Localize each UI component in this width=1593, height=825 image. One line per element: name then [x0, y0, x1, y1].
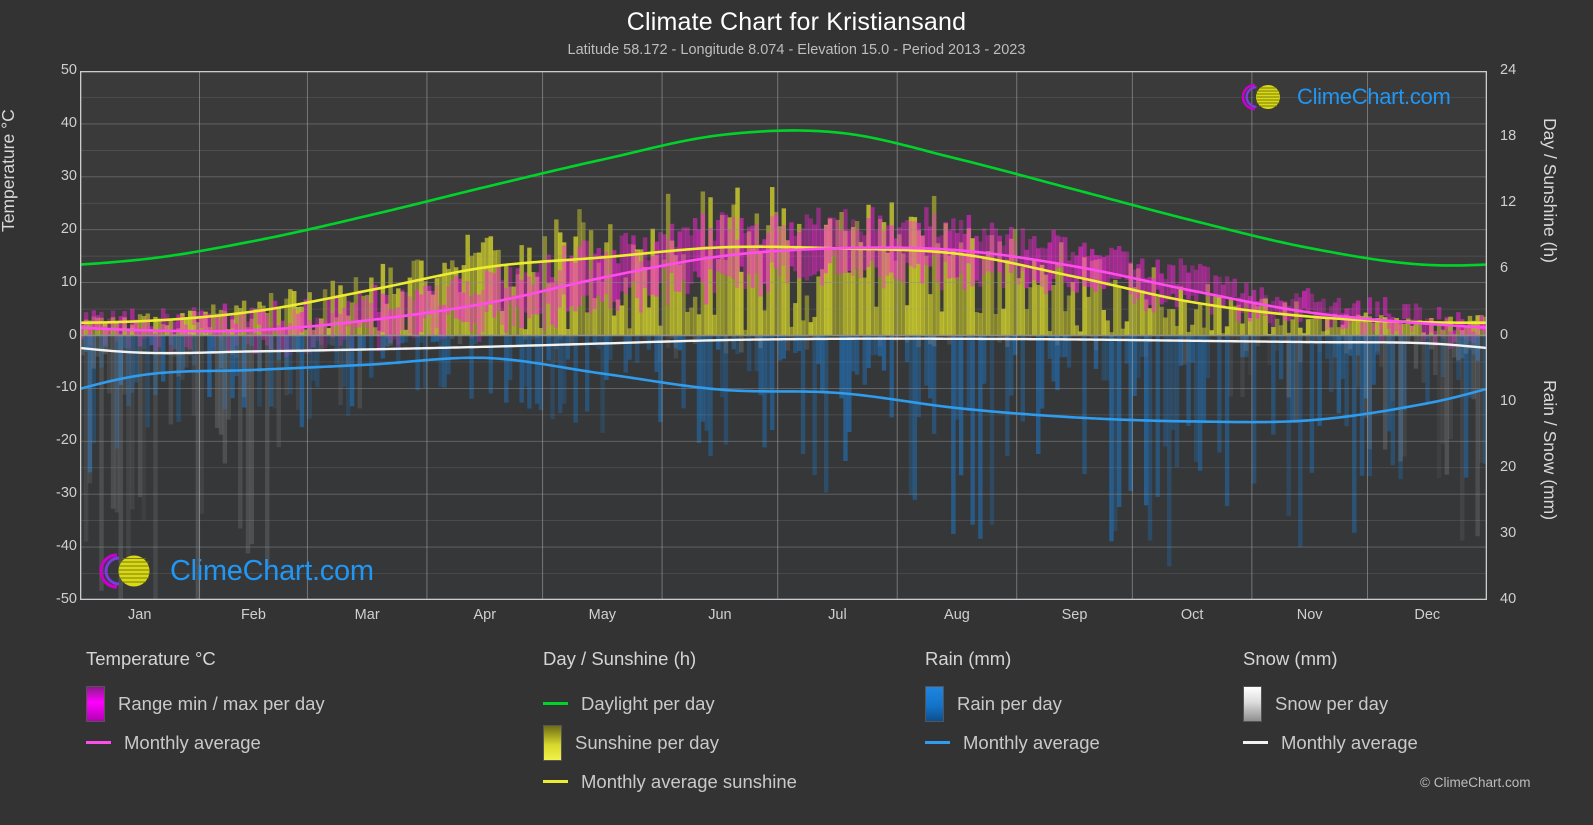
y-tick-right-top: 24	[1500, 62, 1517, 78]
legend-item[interactable]: Monthly average	[1243, 723, 1418, 762]
legend-swatch-line	[543, 780, 568, 783]
daily-bars-top	[80, 187, 1487, 358]
y-tick-right-bottom: 10	[1500, 392, 1517, 409]
chart-legend: Temperature °C Range min / max per day Mon…	[0, 648, 1593, 825]
y-tick-left: -40	[56, 538, 77, 555]
x-tick-nov: Nov	[1296, 607, 1323, 623]
legend-swatch-line-slot	[86, 741, 111, 744]
legend-item[interactable]: Daylight per day	[543, 684, 797, 723]
legend-title-sunshine: Day / Sunshine (h)	[543, 648, 697, 669]
legend-item[interactable]: Rain per day	[925, 684, 1100, 723]
y-tick-left: 40	[60, 114, 77, 131]
legend-swatch-box	[86, 685, 105, 722]
legend-item-label: Monthly average sunshine	[581, 770, 797, 792]
copyright-notice: © ClimeChart.com	[1420, 775, 1531, 790]
y-tick-left: 20	[60, 220, 77, 237]
legend-title-rain: Rain (mm)	[925, 648, 1012, 669]
x-tick-may: May	[588, 607, 617, 623]
legend-title-temperature: Temperature °C	[86, 648, 216, 669]
y-tick-right-top: 0	[1500, 326, 1509, 343]
chart-canvas	[80, 71, 1487, 600]
x-tick-jan: Jan	[128, 607, 152, 623]
legend-item-label: Range min / max per day	[118, 692, 325, 714]
y-tick-left: -30	[56, 485, 77, 502]
climate-chart-page: Climate Chart for Kristiansand Latitude …	[0, 0, 1593, 825]
legend-item-label: Sunshine per day	[575, 731, 719, 753]
legend-swatch-line-slot	[1243, 741, 1268, 744]
legend-item[interactable]: Monthly average	[86, 723, 325, 762]
legend-swatch-line	[543, 702, 568, 705]
legend-swatch-box	[1243, 685, 1262, 722]
legend-swatch-line-slot	[543, 702, 568, 705]
legend-swatch-line	[1243, 741, 1268, 744]
legend-swatch-box	[925, 685, 944, 722]
chart-plot-area	[80, 71, 1487, 600]
gridlines	[80, 71, 1487, 600]
x-tick-apr: Apr	[473, 607, 497, 623]
legend-item[interactable]: Monthly average	[925, 723, 1100, 762]
x-tick-sep: Sep	[1061, 607, 1088, 623]
legend-item-label: Monthly average	[124, 731, 261, 753]
x-tick-jul: Jul	[828, 607, 847, 623]
legend-title-snow: Snow (mm)	[1243, 648, 1338, 669]
y-tick-left: 0	[68, 326, 77, 343]
x-tick-jun: Jun	[708, 607, 732, 623]
x-tick-mar: Mar	[354, 607, 380, 623]
legend-item-label: Monthly average	[1281, 731, 1418, 753]
legend-swatch-line-slot	[543, 780, 568, 783]
x-tick-oct: Oct	[1180, 607, 1204, 623]
y-tick-left: 10	[60, 273, 77, 290]
legend-column-temperature: Temperature °C Range min / max per day Mon…	[86, 648, 325, 762]
legend-swatch-line	[86, 741, 111, 744]
legend-item[interactable]: Range min / max per day	[86, 684, 325, 723]
legend-item[interactable]: Snow per day	[1243, 684, 1418, 723]
legend-item[interactable]: Sunshine per day	[543, 723, 797, 762]
y-tick-left: 50	[60, 62, 77, 78]
y-tick-right-top: 6	[1500, 260, 1509, 277]
legend-column-rain: Rain (mm) Rain per day Monthly average	[925, 648, 1100, 762]
x-tick-feb: Feb	[240, 607, 266, 623]
legend-column-sunshine: Day / Sunshine (h) Daylight per day Sunshi…	[543, 648, 797, 801]
legend-column-snow: Snow (mm) Snow per day Monthly average	[1243, 648, 1418, 762]
legend-item-label: Daylight per day	[581, 692, 715, 714]
legend-item-label: Snow per day	[1275, 692, 1389, 714]
y-tick-left: 30	[60, 167, 77, 184]
x-tick-dec: Dec	[1414, 607, 1441, 623]
legend-item-label: Rain per day	[957, 692, 1062, 714]
y-tick-right-bottom: 40	[1500, 591, 1517, 607]
y-tick-right-bottom: 20	[1500, 458, 1517, 475]
legend-item-label: Monthly average	[963, 731, 1100, 753]
y-tick-left: -50	[56, 591, 77, 607]
y-tick-left: -10	[56, 379, 77, 396]
page-title: Climate Chart for Kristiansand	[626, 8, 967, 36]
page-subtitle: Latitude 58.172 - Longitude 8.074 - Elev…	[567, 42, 1026, 58]
legend-swatch-line-slot	[925, 741, 950, 744]
legend-swatch-line	[925, 741, 950, 744]
y-tick-right-top: 12	[1500, 194, 1517, 211]
y-tick-right-bottom: 30	[1500, 524, 1517, 541]
x-tick-aug: Aug	[944, 607, 970, 623]
y-tick-left: -20	[56, 432, 77, 449]
legend-item[interactable]: Monthly average sunshine	[543, 762, 797, 801]
y-tick-right-top: 18	[1500, 128, 1517, 145]
legend-swatch-box	[543, 724, 562, 761]
